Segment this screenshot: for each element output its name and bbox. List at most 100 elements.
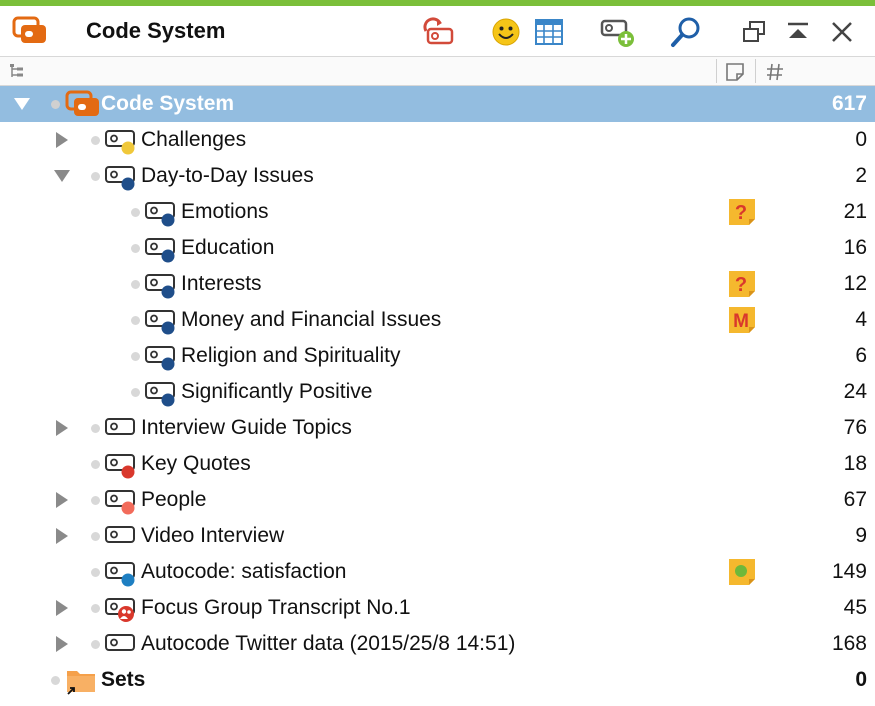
code-row[interactable]: Interests? 12 <box>0 266 875 302</box>
activation-dot[interactable] <box>51 100 60 109</box>
sets-label: Sets <box>101 668 146 691</box>
activation-dot[interactable] <box>91 496 100 505</box>
code-label: Autocode Twitter data (2015/25/8 14:51) <box>141 632 516 655</box>
code-row[interactable]: Challenges 0 <box>0 122 875 158</box>
activation-dot[interactable] <box>91 568 100 577</box>
code-count: 149 <box>831 560 867 583</box>
code-count: 24 <box>843 380 867 403</box>
collapsed-arrow-icon[interactable] <box>54 600 70 616</box>
search-icon <box>671 17 700 47</box>
code-row[interactable]: Day-to-Day Issues 2 <box>0 158 875 194</box>
code-icon <box>145 310 175 335</box>
collapsed-arrow-icon[interactable] <box>54 420 70 436</box>
code-icon <box>145 346 175 371</box>
code-count: 21 <box>843 200 867 223</box>
code-label: Significantly Positive <box>181 380 373 403</box>
collapsed-arrow-icon[interactable] <box>54 636 70 652</box>
code-label: Challenges <box>141 128 247 151</box>
code-label: Religion and Spirituality <box>181 344 401 367</box>
close-button[interactable] <box>822 12 862 52</box>
code-row[interactable]: Money and Financial Issues M 4 <box>0 302 875 338</box>
collapsed-arrow-icon[interactable] <box>54 132 70 148</box>
code-label: Focus Group Transcript No.1 <box>141 596 411 619</box>
memo-icon[interactable] <box>728 558 756 586</box>
expanded-arrow-icon[interactable] <box>14 96 30 112</box>
activation-dot[interactable] <box>91 172 100 181</box>
column-separator[interactable] <box>716 59 717 83</box>
code-icon <box>105 166 135 191</box>
code-count: 4 <box>855 308 867 331</box>
svg-text:M: M <box>733 311 749 332</box>
code-count: 16 <box>843 236 867 259</box>
memo-column-icon[interactable] <box>725 62 745 82</box>
memo-icon[interactable]: M <box>728 306 756 334</box>
code-icon <box>105 526 135 543</box>
code-row[interactable]: Education 16 <box>0 230 875 266</box>
code-label: Money and Financial Issues <box>181 308 442 331</box>
search-button[interactable] <box>666 12 706 52</box>
code-icon <box>145 238 175 263</box>
code-row[interactable]: Religion and Spirituality 6 <box>0 338 875 374</box>
smiley-icon <box>492 18 520 46</box>
svg-text:?: ? <box>735 202 747 224</box>
activation-dot[interactable] <box>91 136 100 145</box>
activation-dot[interactable] <box>131 208 140 217</box>
column-header-bar <box>0 56 875 86</box>
activation-dot[interactable] <box>131 244 140 253</box>
code-row[interactable]: Autocode: satisfaction 149 <box>0 554 875 590</box>
activation-dot[interactable] <box>51 676 60 685</box>
code-row[interactable]: Autocode Twitter data (2015/25/8 14:51) 1… <box>0 626 875 662</box>
tree-root-row[interactable]: Code System 617 <box>0 86 875 122</box>
close-icon <box>832 22 852 42</box>
column-separator[interactable] <box>755 59 756 83</box>
svg-text:?: ? <box>735 274 747 296</box>
new-code-button[interactable] <box>598 12 638 52</box>
code-row[interactable]: Interview Guide Topics 76 <box>0 410 875 446</box>
code-icon <box>145 202 175 227</box>
code-row[interactable]: People 67 <box>0 482 875 518</box>
code-icon <box>145 274 175 299</box>
activation-dot[interactable] <box>91 604 100 613</box>
collapsed-arrow-icon[interactable] <box>54 492 70 508</box>
code-count: 0 <box>855 128 867 151</box>
expanded-arrow-icon[interactable] <box>54 168 70 184</box>
code-icon <box>145 382 175 407</box>
activation-dot[interactable] <box>131 352 140 361</box>
code-row[interactable]: Significantly Positive 24 <box>0 374 875 410</box>
emoticode-button[interactable] <box>486 12 526 52</box>
code-icon <box>105 454 135 479</box>
sets-row[interactable]: Sets 0 <box>0 662 875 698</box>
code-label: Interests <box>181 272 262 295</box>
sets-count: 0 <box>855 668 867 691</box>
table-view-button[interactable] <box>529 12 569 52</box>
new-code-icon <box>600 19 634 47</box>
undock-window-button[interactable] <box>734 12 774 52</box>
activation-dot[interactable] <box>91 424 100 433</box>
code-row[interactable]: Focus Group Transcript No.1 45 <box>0 590 875 626</box>
reset-activations-button[interactable] <box>418 12 458 52</box>
code-row[interactable]: Key Quotes 18 <box>0 446 875 482</box>
code-count: 168 <box>831 632 867 655</box>
code-count: 67 <box>843 488 867 511</box>
collapsed-arrow-icon[interactable] <box>54 528 70 544</box>
activation-dot[interactable] <box>91 640 100 649</box>
code-count: 12 <box>843 272 867 295</box>
code-label: Autocode: satisfaction <box>141 560 347 583</box>
sets-folder-icon <box>67 671 95 695</box>
activation-dot[interactable] <box>131 388 140 397</box>
collapse-window-button[interactable] <box>778 12 818 52</box>
code-count: 45 <box>843 596 867 619</box>
code-count: 18 <box>843 452 867 475</box>
count-column-icon[interactable] <box>765 62 785 82</box>
tree-column-icon <box>10 64 23 77</box>
activation-dot[interactable] <box>131 316 140 325</box>
tree-root-label: Code System <box>101 92 235 115</box>
code-row[interactable]: Video Interview 9 <box>0 518 875 554</box>
memo-icon[interactable]: ? <box>728 198 756 226</box>
activation-dot[interactable] <box>131 280 140 289</box>
memo-icon[interactable]: ? <box>728 270 756 298</box>
activation-dot[interactable] <box>91 460 100 469</box>
code-row[interactable]: Emotions? 21 <box>0 194 875 230</box>
activation-dot[interactable] <box>91 532 100 541</box>
code-label: Emotions <box>181 200 269 223</box>
